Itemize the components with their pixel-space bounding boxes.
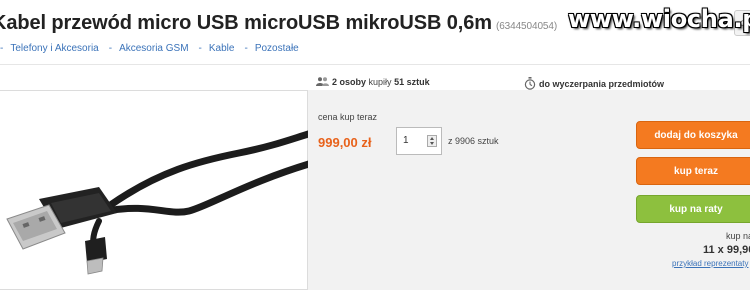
title-row: Kabel przewód micro USB microUSB mikroUS… — [0, 0, 750, 40]
spinner-up-icon[interactable] — [430, 137, 434, 140]
buyers-text: kupiły — [368, 77, 392, 87]
price-label: cena kup teraz — [318, 112, 378, 122]
product-title-text: Kabel przewód micro USB microUSB mikroUS… — [0, 12, 492, 34]
people-icon — [316, 77, 329, 88]
price: 999,00 zł — [318, 135, 372, 150]
installments-label: kup na — [726, 231, 750, 241]
installments-button[interactable]: kup na raty — [636, 195, 750, 223]
breadcrumb-item-phones[interactable]: Telefony i Akcesoria — [10, 43, 98, 54]
breadcrumb-separator: - — [108, 43, 113, 54]
usb-cable-image — [6, 127, 323, 275]
product-title: Kabel przewód micro USB microUSB mikroUS… — [0, 12, 557, 35]
buyers-stats: 2 osoby kupiły 51 sztuk — [316, 77, 430, 88]
breadcrumb-separator: - — [0, 43, 4, 54]
installments-example-link[interactable]: przykład reprezentaty — [672, 259, 748, 268]
sold-count: 51 sztuk — [394, 77, 430, 87]
offer-id: (6344504054) — [495, 21, 558, 32]
divider — [0, 64, 750, 65]
spinner-down-icon[interactable] — [430, 142, 434, 145]
quantity-input[interactable]: 1 — [403, 135, 409, 146]
breadcrumb-separator: - — [244, 43, 248, 54]
buy-now-button[interactable]: kup teraz — [636, 157, 750, 185]
breadcrumb-item-cables[interactable]: Kable — [209, 43, 235, 54]
add-to-cart-button[interactable]: dodaj do koszyka — [636, 121, 750, 149]
watermark-logo: www.wiocha.pl — [568, 5, 750, 33]
breadcrumb-separator: - — [198, 43, 202, 54]
installments-amount: 11 x 99,90 — [703, 244, 750, 256]
quantity-stepper[interactable]: 1 — [396, 127, 442, 155]
product-image[interactable] — [0, 90, 323, 290]
stock-text: z 9906 sztuk — [448, 136, 499, 146]
breadcrumb: - Telefony i Akcesoria - Akcesoria GSM - Kabl… — [0, 43, 299, 54]
breadcrumb-item-gsm-accessories[interactable]: Akcesoria GSM — [119, 43, 188, 54]
breadcrumb-item-other[interactable]: Pozostałe — [255, 43, 299, 54]
spinner-arrows-icon[interactable] — [427, 135, 437, 147]
buyers-count: 2 osoby — [332, 77, 367, 87]
timer-text: do wyczerpania przedmiotów — [539, 78, 665, 89]
